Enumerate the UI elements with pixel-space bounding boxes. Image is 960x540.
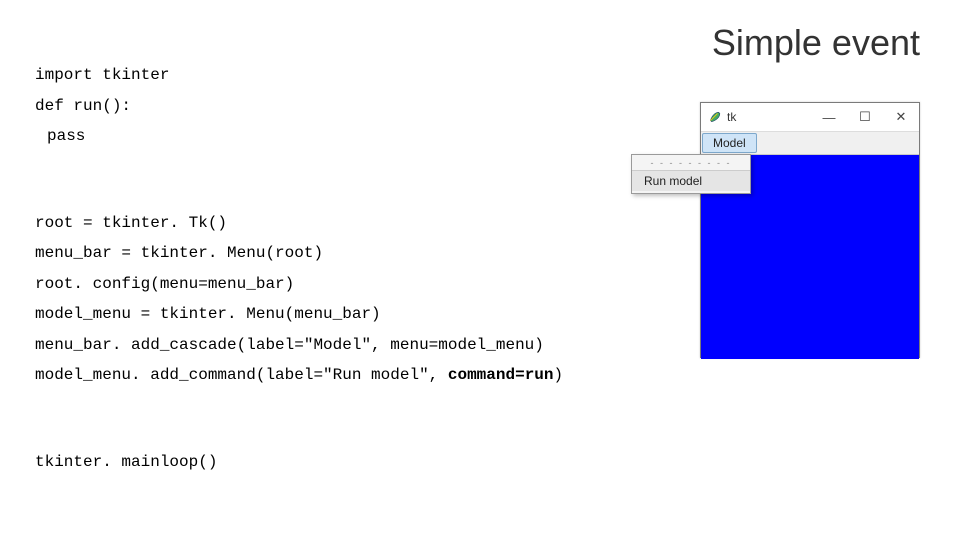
close-button[interactable]: ✕ <box>883 103 919 131</box>
code-line: tkinter. mainloop() <box>35 453 217 471</box>
tk-menubar: Model <box>701 132 919 155</box>
code-line: import tkinter <box>35 66 169 84</box>
code-block: import tkinter def run(): pass root = tk… <box>35 30 563 507</box>
menu-run-model[interactable]: Run model <box>632 171 750 191</box>
code-line: model_menu. add_command(label="Run model… <box>35 366 563 384</box>
tk-dropdown: - - - - - - - - - Run model <box>631 154 751 194</box>
feather-icon <box>707 110 721 124</box>
code-line: menu_bar = tkinter. Menu(root) <box>35 244 323 262</box>
tk-titlebar: tk — ☐ ✕ <box>701 103 919 132</box>
code-line: root. config(menu=menu_bar) <box>35 275 294 293</box>
minimize-button[interactable]: — <box>811 103 847 131</box>
code-line: pass <box>47 127 85 145</box>
tk-window: tk — ☐ ✕ Model - - - - - - - - - Run mod… <box>700 102 920 358</box>
code-line: def run(): <box>35 97 131 115</box>
slide-title: Simple event <box>712 22 920 64</box>
code-line: model_menu = tkinter. Menu(menu_bar) <box>35 305 381 323</box>
tearoff-handle[interactable]: - - - - - - - - - <box>632 157 750 171</box>
code-line: root = tkinter. Tk() <box>35 214 227 232</box>
tk-window-title: tk <box>727 110 736 124</box>
code-line: menu_bar. add_cascade(label="Model", men… <box>35 336 544 354</box>
menu-model[interactable]: Model <box>702 133 757 153</box>
maximize-button[interactable]: ☐ <box>847 103 883 131</box>
